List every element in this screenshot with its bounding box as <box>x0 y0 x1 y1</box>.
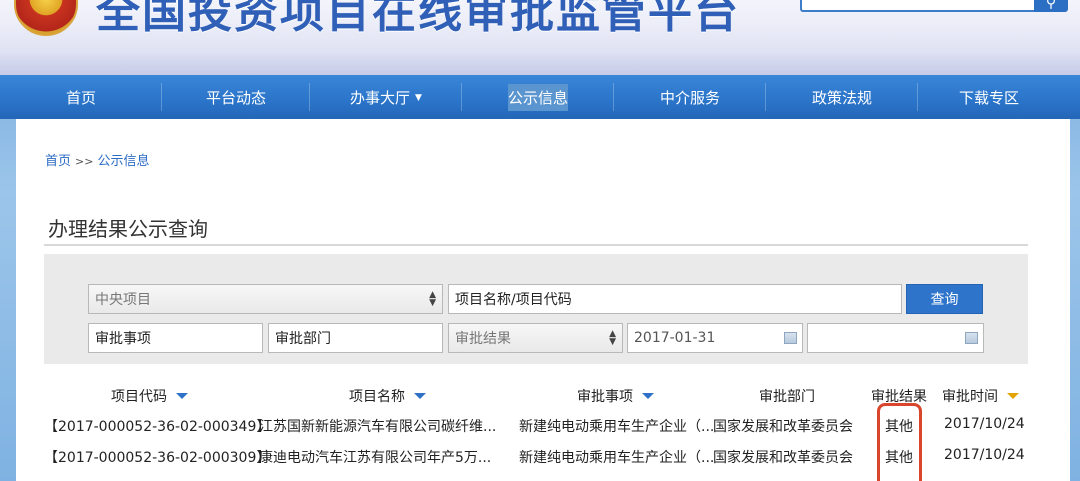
approval-dept-input[interactable]: 审批部门 <box>268 323 443 353</box>
calendar-icon[interactable] <box>784 332 797 344</box>
approval-result-select[interactable]: 审批结果 ▲ ▼ <box>448 323 623 353</box>
table-row-2-time: 2017/10/24 <box>944 447 1025 463</box>
header-banner: 全国投资项目在线审批监管平台 ⚲ <box>0 0 1080 75</box>
column-header-approval-dept: 审批部门 <box>759 386 815 406</box>
column-header-project-code[interactable]: 项目代码 <box>111 386 188 406</box>
nav-item-agency-services[interactable]: 中介服务 <box>614 75 766 119</box>
nav-item-service-hall[interactable]: 办事大厅 ▼ <box>310 75 462 119</box>
main-nav: 首页 平台动态 办事大厅 ▼ 公示信息 中介服务 政策法规 下载专区 <box>0 75 1080 119</box>
table-row-1-item: 新建纯电动乘用车生产企业（... <box>519 419 715 435</box>
table-row-1-time: 2017/10/24 <box>944 416 1025 432</box>
column-header-label: 审批部门 <box>759 389 815 405</box>
content-card: 首页 >> 公示信息 办理结果公示查询 中央项目 ▲ ▼ 项目名称/项目代码 查询 审… <box>16 119 1070 481</box>
project-type-value: 中央项目 <box>95 292 151 308</box>
select-arrows-icon: ▲ ▼ <box>429 290 436 308</box>
nav-item-home[interactable]: 首页 <box>0 75 162 119</box>
nav-label: 首页 <box>65 88 96 107</box>
sort-down-icon[interactable] <box>642 393 654 399</box>
page-title: 办理结果公示查询 <box>48 217 208 241</box>
table-row-2-item: 新建纯电动乘用车生产企业（... <box>519 450 715 466</box>
table-row-1-dept: 国家发展和改革委员会 <box>713 419 853 435</box>
table-row-2-code: 【2017-000052-36-02-000309】 <box>44 450 271 466</box>
project-name-input[interactable]: 项目名称/项目代码 <box>448 284 902 314</box>
date-from-value: 2017-01-31 <box>634 330 716 346</box>
sort-down-icon[interactable] <box>414 393 426 399</box>
breadcrumb-separator: >> <box>75 155 94 168</box>
column-header-approval-time[interactable]: 审批时间 <box>942 386 1019 406</box>
national-emblem-icon <box>14 0 78 36</box>
search-button[interactable]: ⚲ <box>1034 0 1068 12</box>
nav-item-downloads[interactable]: 下载专区 <box>918 75 1060 119</box>
nav-label: 中介服务 <box>659 88 720 107</box>
project-type-select[interactable]: 中央项目 ▲ ▼ <box>88 284 443 314</box>
calendar-icon[interactable] <box>965 332 978 344</box>
site-title: 全国投资项目在线审批监管平台 <box>96 0 740 38</box>
nav-label: 平台动态 <box>205 88 266 107</box>
approval-item-input[interactable]: 审批事项 <box>88 323 263 353</box>
select-arrows-icon: ▲ ▼ <box>609 329 616 347</box>
sort-down-icon[interactable] <box>176 393 188 399</box>
breadcrumb-current-link[interactable]: 公示信息 <box>97 154 149 169</box>
filter-panel: 中央项目 ▲ ▼ 项目名称/项目代码 查询 审批事项 审批部门 审批结果 ▲ ▼ 2… <box>44 254 1028 364</box>
sort-down-icon[interactable] <box>1007 393 1019 399</box>
column-header-label: 审批事项 <box>577 389 633 405</box>
nav-label: 公示信息 <box>507 83 568 111</box>
column-header-project-name[interactable]: 项目名称 <box>349 386 426 406</box>
nav-label: 下载专区 <box>958 88 1019 107</box>
query-button[interactable]: 查询 <box>906 284 983 314</box>
nav-label: 办事大厅 <box>350 88 411 107</box>
title-divider <box>44 244 1028 246</box>
column-header-label: 项目名称 <box>349 389 405 405</box>
table-row-1-code: 【2017-000052-36-02-000349】 <box>44 419 271 435</box>
breadcrumb: 首页 >> 公示信息 <box>45 150 149 169</box>
column-header-label: 项目代码 <box>111 389 167 405</box>
approval-item-placeholder: 审批事项 <box>95 331 151 347</box>
date-from-input[interactable]: 2017-01-31 <box>627 323 803 353</box>
approval-result-value: 审批结果 <box>455 331 511 347</box>
chevron-down-icon: ▼ <box>415 93 422 103</box>
site-search-input[interactable] <box>800 0 1036 12</box>
nav-item-policies[interactable]: 政策法规 <box>766 75 918 119</box>
result-highlight-annotation <box>877 403 922 481</box>
approval-dept-placeholder: 审批部门 <box>275 331 331 347</box>
date-to-input[interactable] <box>807 323 984 353</box>
nav-item-platform-news[interactable]: 平台动态 <box>162 75 310 119</box>
breadcrumb-home-link[interactable]: 首页 <box>45 154 71 169</box>
nav-item-public-info[interactable]: 公示信息 <box>462 75 614 119</box>
table-row-2-name-link[interactable]: 康迪电动汽车江苏有限公司年产5万... <box>259 447 491 467</box>
search-icon: ⚲ <box>1045 0 1057 11</box>
table-row-2-dept: 国家发展和改革委员会 <box>713 450 853 466</box>
column-header-approval-item[interactable]: 审批事项 <box>577 386 654 406</box>
table-row-1-name-link[interactable]: 江苏国新新能源汽车有限公司碳纤维... <box>259 416 496 436</box>
project-name-placeholder: 项目名称/项目代码 <box>455 292 572 308</box>
nav-label: 政策法规 <box>811 88 872 107</box>
column-header-label: 审批时间 <box>942 389 998 405</box>
